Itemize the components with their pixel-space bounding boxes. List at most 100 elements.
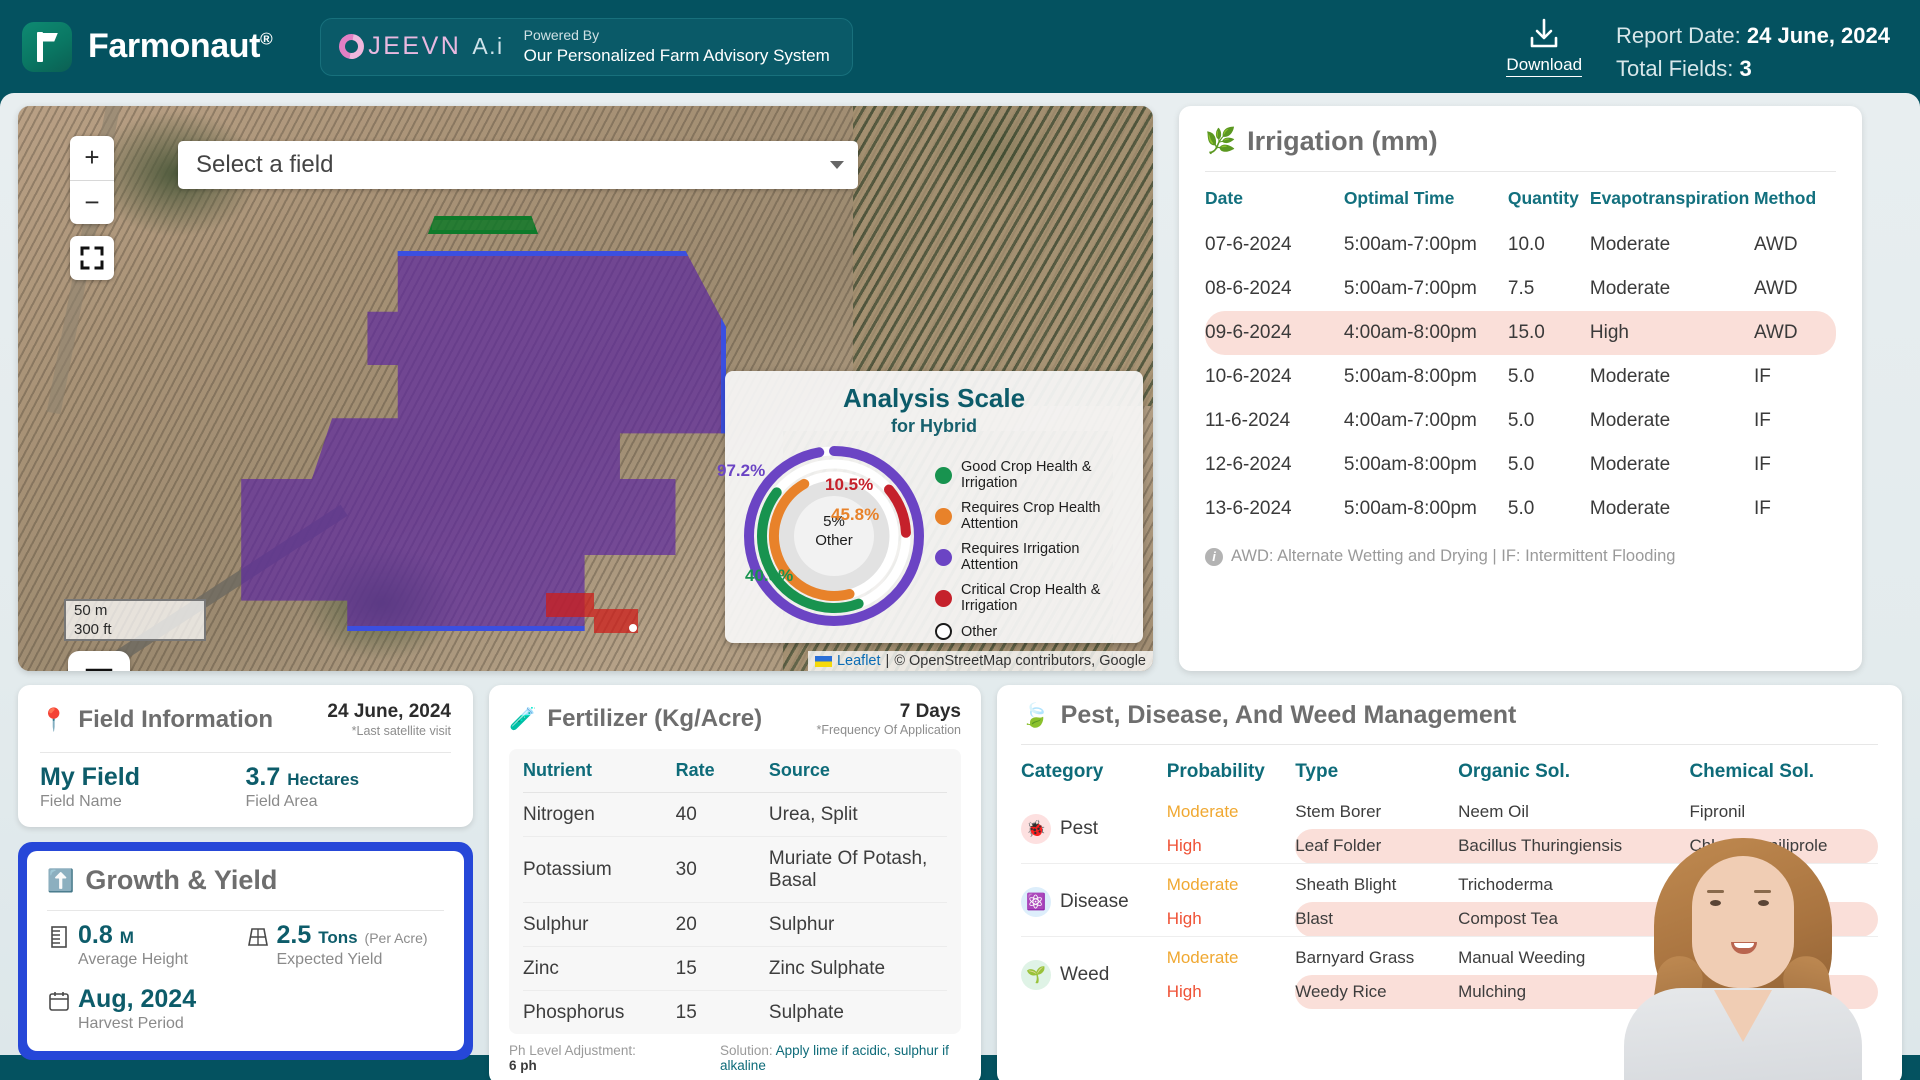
map-attribution: Leaflet | © OpenStreetMap contributors, … [807, 651, 1153, 671]
farmonaut-dashboard: Farmonaut® JEEVN A.i Powered By Our Pers… [0, 0, 1920, 1080]
fertilizer-table-wrap: Nutrient Rate Source Nitrogen 40 Urea, S… [509, 749, 961, 1034]
table-row[interactable]: Nitrogen 40 Urea, Split [523, 792, 947, 837]
table-row-alert[interactable]: 09-6-2024 4:00am-8:00pm 15.0 High AWD [1205, 311, 1836, 355]
divider [47, 910, 444, 911]
fullscreen-button[interactable] [70, 236, 114, 280]
table-row[interactable]: 🐞 Pest Moderate Stem Borer Neem Oil Fipr… [1021, 795, 1878, 844]
zoom-out-button[interactable]: − [70, 180, 114, 224]
field-info-header: 📍 Field Information 24 June, 2024 *Last … [40, 701, 451, 738]
table-header-row: Category Probability Type Organic Sol. C… [1021, 751, 1878, 795]
growth-yield-panel[interactable]: ⬆️ Growth & Yield 0.8 M Average Height 2… [18, 842, 473, 1060]
cell-date: 07-6-2024 [1205, 234, 1292, 255]
jeevn-ring-icon [334, 29, 370, 64]
col-probability: Probability [1166, 761, 1265, 782]
legend-dot-attention-icon [935, 507, 952, 525]
total-fields-row: Total Fields: 3 [1616, 52, 1890, 85]
field-name-block: My Field Field Name [40, 763, 246, 811]
cell-time: 4:00am-7:00pm [1343, 410, 1477, 431]
cell-category: ⚛️ Disease [1021, 863, 1167, 937]
presenter-eye-right [1758, 900, 1769, 906]
cell-method: IF [1753, 454, 1771, 475]
cell-evapotranspiration: Moderate [1589, 366, 1671, 387]
zoom-in-button[interactable]: + [70, 136, 114, 180]
measure-button[interactable] [68, 651, 130, 671]
legend-item: Requires Irrigation Attention [935, 541, 1129, 573]
table-row[interactable]: Zinc 15 Zinc Sulphate [523, 946, 947, 991]
jeevn-wordmark: JEEVN [368, 32, 462, 60]
legend-item: Requires Crop Health Attention [935, 500, 1129, 532]
download-button[interactable]: Download [1506, 12, 1583, 77]
cell-date: 10-6-2024 [1205, 366, 1292, 387]
table-row[interactable]: 11-6-2024 4:00am-7:00pm 5.0 Moderate IF [1205, 399, 1836, 443]
cell-source: Muriate Of Potash, Basal [768, 836, 947, 903]
download-icon [1530, 18, 1558, 48]
cell-rate: 20 [675, 902, 769, 947]
harvest-period-value: Aug, 2024 [78, 985, 197, 1013]
cell-category: 🌱 Weed [1021, 936, 1167, 1009]
table-row[interactable]: Phosphorus 15 Sulphate [523, 991, 947, 1035]
table-header-row: Date Optimal Time Quantity Evapotranspir… [1205, 178, 1836, 223]
cell-probability: High [1166, 909, 1202, 928]
field-info-title: Field Information [78, 705, 274, 733]
irrigation-title: Irrigation (mm) [1247, 126, 1438, 156]
flask-icon: 🧪 [509, 706, 537, 731]
field-select-dropdown[interactable]: Select a field [178, 141, 858, 189]
solution-label: Solution: [720, 1043, 773, 1058]
cell-method: AWD [1753, 278, 1798, 299]
cell-chemical: Fipronil [1689, 802, 1746, 821]
legend-label: Other [961, 623, 998, 640]
fertilizer-frequency-note: *Frequency Of Application [816, 723, 961, 737]
bug-icon: 🐞 [1021, 814, 1051, 844]
left-column: 📍 Field Information 24 June, 2024 *Last … [18, 685, 473, 1080]
fertilizer-title: Fertilizer (Kg/Acre) [547, 705, 763, 732]
cell-date: 11-6-2024 [1205, 410, 1291, 431]
table-row[interactable]: 07-6-2024 5:00am-7:00pm 10.0 Moderate AW… [1205, 223, 1836, 267]
cell-type: Sheath Blight [1295, 863, 1459, 902]
field-info-date-note: *Last satellite visit [351, 724, 451, 738]
map-panel[interactable]: + − Select a field 50 m 300 ft Leaflet |… [18, 106, 1153, 671]
field-plot-icon [247, 928, 268, 946]
total-fields-label: Total Fields: [1616, 56, 1734, 81]
expected-yield-value: 2.5 [276, 921, 312, 949]
jeevn-ai-text: A.i [472, 33, 504, 59]
table-row[interactable]: 08-6-2024 5:00am-7:00pm 7.5 Moderate AWD [1205, 267, 1836, 311]
legend-label: Critical Crop Health & Irrigation [961, 582, 1101, 614]
legend-dot-other-icon [935, 623, 952, 640]
brand-name-text: Farmonaut [88, 27, 261, 65]
cell-rate: 15 [675, 946, 769, 991]
field-info-date: 24 June, 2024 [327, 701, 451, 722]
analysis-label-attention: 45.8% [831, 505, 880, 524]
table-row[interactable]: 12-6-2024 5:00am-8:00pm 5.0 Moderate IF [1205, 443, 1836, 487]
fertilizer-table-body: Nitrogen 40 Urea, Split Potassium 30 Mur… [523, 792, 947, 1035]
cell-organic: Neem Oil [1458, 802, 1529, 821]
cell-date: 12-6-2024 [1205, 454, 1292, 475]
table-row[interactable]: 13-6-2024 5:00am-8:00pm 5.0 Moderate IF [1205, 487, 1836, 531]
cell-probability: Moderate [1166, 936, 1296, 975]
irrigation-table: Date Optimal Time Quantity Evapotranspir… [1205, 178, 1836, 531]
expected-yield-block: 2.5 Tons (Per Acre) Expected Yield [246, 921, 445, 969]
category-label: Pest [1060, 818, 1099, 839]
ph-block: Ph Level Adjustment: 6 ph [509, 1043, 646, 1073]
table-row[interactable]: 10-6-2024 5:00am-8:00pm 5.0 Moderate IF [1205, 355, 1836, 399]
cell-nutrient: Potassium [523, 836, 676, 903]
leaflet-link[interactable]: Leaflet [837, 653, 881, 669]
col-nutrient: Nutrient [523, 749, 676, 793]
field-area-block: 3.7 Hectares Field Area [246, 763, 452, 811]
table-row[interactable]: Sulphur 20 Sulphur [523, 902, 947, 947]
table-row[interactable]: Potassium 30 Muriate Of Potash, Basal [523, 836, 947, 903]
cell-nutrient: Phosphorus [523, 1001, 625, 1023]
legend-label: Requires Irrigation Attention [961, 541, 1080, 573]
harvest-period-label: Harvest Period [78, 1015, 184, 1032]
cell-probability: Moderate [1166, 802, 1239, 821]
irrigation-footnote: i AWD: Alternate Wetting and Drying | IF… [1205, 547, 1836, 566]
growth-yield-inner: ⬆️ Growth & Yield 0.8 M Average Height 2… [27, 851, 464, 1051]
field-zone-good [428, 216, 538, 234]
expected-yield-paren: (Per Acre) [364, 930, 428, 946]
growth-yield-title: Growth & Yield [85, 865, 278, 895]
cell-probability: High [1166, 982, 1202, 1001]
analysis-label-critical: 10.5% [825, 475, 874, 494]
map-zoom-controls[interactable]: + − [70, 136, 114, 224]
field-zone-critical-1 [546, 593, 594, 617]
scale-metric: 50 m [64, 599, 206, 620]
irrigation-panel: 🌿 Irrigation (mm) Date Optimal Time Quan… [1179, 106, 1862, 671]
